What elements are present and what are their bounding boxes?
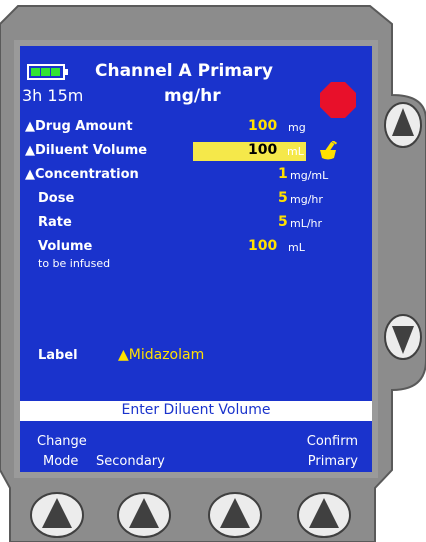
dose-unit: mg/hr <box>290 193 323 206</box>
dose-label: Dose <box>38 191 75 206</box>
volume-label: Volume <box>38 239 93 254</box>
concentration-label[interactable]: ▲Concentration <box>25 168 139 181</box>
secondary-label: Secondary <box>96 454 165 469</box>
volume-sublabel: to be infused <box>38 257 111 270</box>
dose-unit-heading: mg/hr <box>164 86 221 106</box>
volume-value: 100 <box>248 238 278 254</box>
time-remaining: 3h 15m <box>22 86 84 105</box>
drug-amount-label[interactable]: ▲Drug Amount <box>25 120 133 133</box>
confirm-label-line2: Primary <box>307 454 358 469</box>
change-mode-label-line1: Change <box>37 434 87 449</box>
rate-label: Rate <box>38 215 72 230</box>
diluent-volume-unit: mL <box>287 145 304 158</box>
scroll-up-button[interactable] <box>383 100 423 150</box>
pump-display-screen: Channel A Primary 3h 15m mg/hr ▲Drug Amo… <box>20 46 372 472</box>
confirm-label-line1: Confirm <box>306 434 358 449</box>
drug-amount-unit: mg <box>288 121 306 134</box>
softkey-blank-button[interactable] <box>206 490 264 540</box>
diluent-volume-label[interactable]: ▲Diluent Volume <box>25 144 147 157</box>
battery-icon <box>27 64 68 80</box>
syringe-mixing-icon <box>320 141 338 160</box>
drug-label-caption: Label <box>38 348 78 363</box>
scroll-down-button[interactable] <box>383 312 423 362</box>
volume-unit: mL <box>288 241 305 254</box>
softkey-change-mode-button[interactable] <box>28 490 86 540</box>
drug-label-value[interactable]: ▲Midazolam <box>118 348 204 362</box>
concentration-unit: mg/mL <box>290 169 329 182</box>
rate-value: 5 <box>278 214 288 230</box>
softkey-confirm-primary-button[interactable] <box>295 490 353 540</box>
diluent-volume-value[interactable]: 100 <box>248 143 277 157</box>
dose-value: 5 <box>278 190 288 206</box>
drug-amount-value: 100 <box>248 118 278 134</box>
rate-unit: mL/hr <box>290 217 323 230</box>
concentration-value: 1 <box>278 166 288 182</box>
channel-title: Channel A Primary <box>95 61 273 81</box>
status-message: Enter Diluent Volume <box>121 402 271 418</box>
stop-icon[interactable] <box>320 82 356 118</box>
softkey-secondary-button[interactable] <box>115 490 173 540</box>
change-mode-label-line2: Mode <box>43 454 79 469</box>
